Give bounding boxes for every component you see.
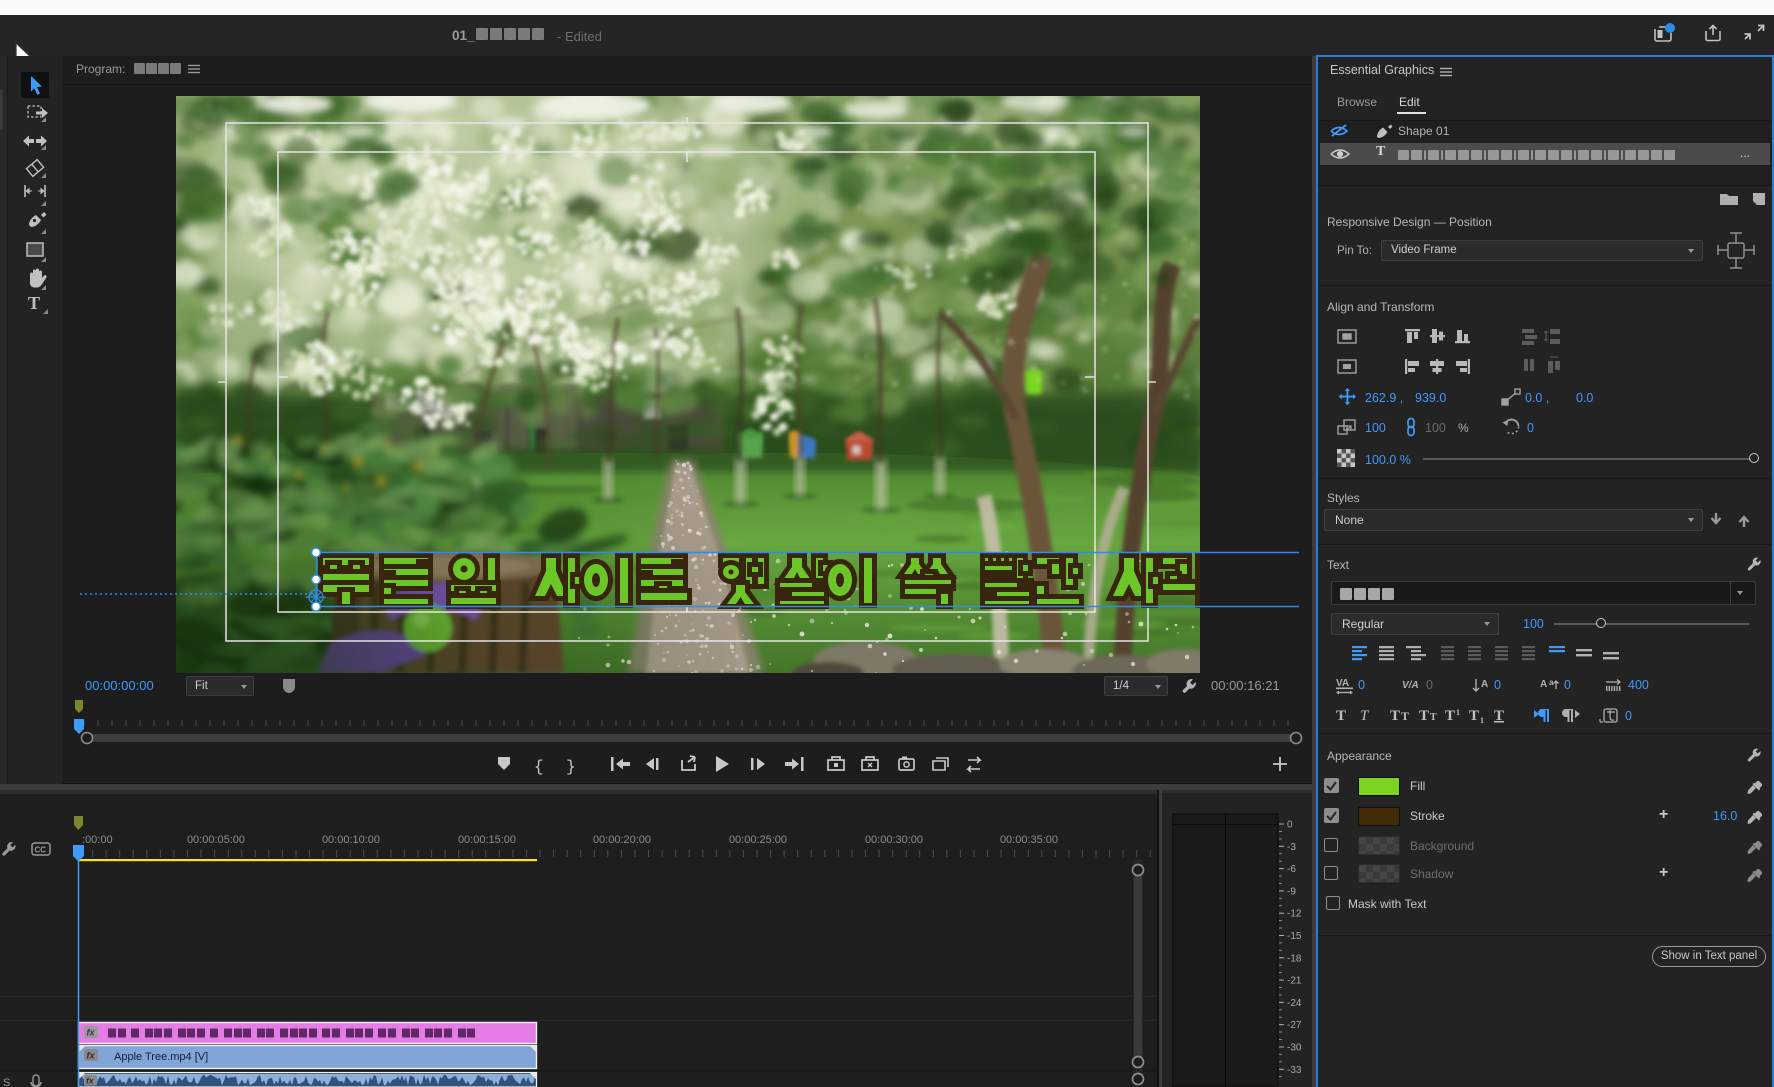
svg-text:-21: -21 — [1287, 976, 1302, 987]
svg-text:fx: fx — [87, 1051, 96, 1061]
svg-text:T: T — [1430, 712, 1437, 723]
svg-text:00:00:15:00: 00:00:15:00 — [458, 834, 516, 846]
svg-text:a: a — [1549, 678, 1554, 687]
svg-text:-24: -24 — [1287, 998, 1302, 1009]
svg-text:}: } — [566, 758, 576, 776]
svg-text:T: T — [1445, 708, 1455, 724]
svg-text:V/A: V/A — [1402, 680, 1419, 691]
svg-text:00:00:05:00: 00:00:05:00 — [187, 834, 245, 846]
svg-text:T: T — [1419, 708, 1429, 724]
svg-text:A: A — [1481, 679, 1488, 690]
svg-text:00:00:10:00: 00:00:10:00 — [322, 834, 380, 846]
svg-text:-18: -18 — [1287, 953, 1302, 964]
svg-text:fx: fx — [86, 1076, 95, 1086]
svg-text:CC: CC — [35, 846, 47, 855]
svg-text:-15: -15 — [1287, 931, 1302, 942]
svg-text:T: T — [1360, 708, 1370, 724]
svg-text:A: A — [1540, 679, 1547, 690]
svg-text:Apple Tree.mp4 [V]: Apple Tree.mp4 [V] — [114, 1051, 208, 1063]
svg-text:-9: -9 — [1287, 886, 1296, 897]
svg-text:00:00:30:00: 00:00:30:00 — [865, 834, 923, 846]
svg-text:T: T — [1469, 708, 1479, 724]
svg-text:-6: -6 — [1287, 864, 1296, 875]
svg-text:00:00:35:00: 00:00:35:00 — [1000, 834, 1058, 846]
svg-text:-12: -12 — [1287, 909, 1302, 920]
svg-text:1: 1 — [1456, 708, 1460, 717]
svg-text:fx: fx — [87, 1028, 96, 1038]
svg-text:-27: -27 — [1287, 1020, 1302, 1031]
svg-text::00:00: :00:00 — [82, 834, 113, 846]
svg-text:T: T — [1390, 708, 1400, 724]
svg-text:T: T — [1494, 708, 1504, 724]
svg-text:VA: VA — [1336, 678, 1349, 689]
svg-text:T: T — [1336, 708, 1346, 724]
svg-text:0: 0 — [1287, 820, 1293, 831]
svg-text:-30: -30 — [1287, 1043, 1302, 1054]
svg-text:1: 1 — [1480, 716, 1484, 725]
svg-text:-33: -33 — [1287, 1065, 1302, 1076]
svg-text:00:00:25:00: 00:00:25:00 — [729, 834, 787, 846]
svg-text:-3: -3 — [1287, 842, 1296, 853]
svg-text:00:00:20:00: 00:00:20:00 — [593, 834, 651, 846]
svg-text:{: { — [534, 758, 544, 776]
svg-text:T: T — [1401, 709, 1409, 723]
svg-text:S: S — [3, 1077, 10, 1087]
svg-text:T: T — [28, 293, 40, 313]
